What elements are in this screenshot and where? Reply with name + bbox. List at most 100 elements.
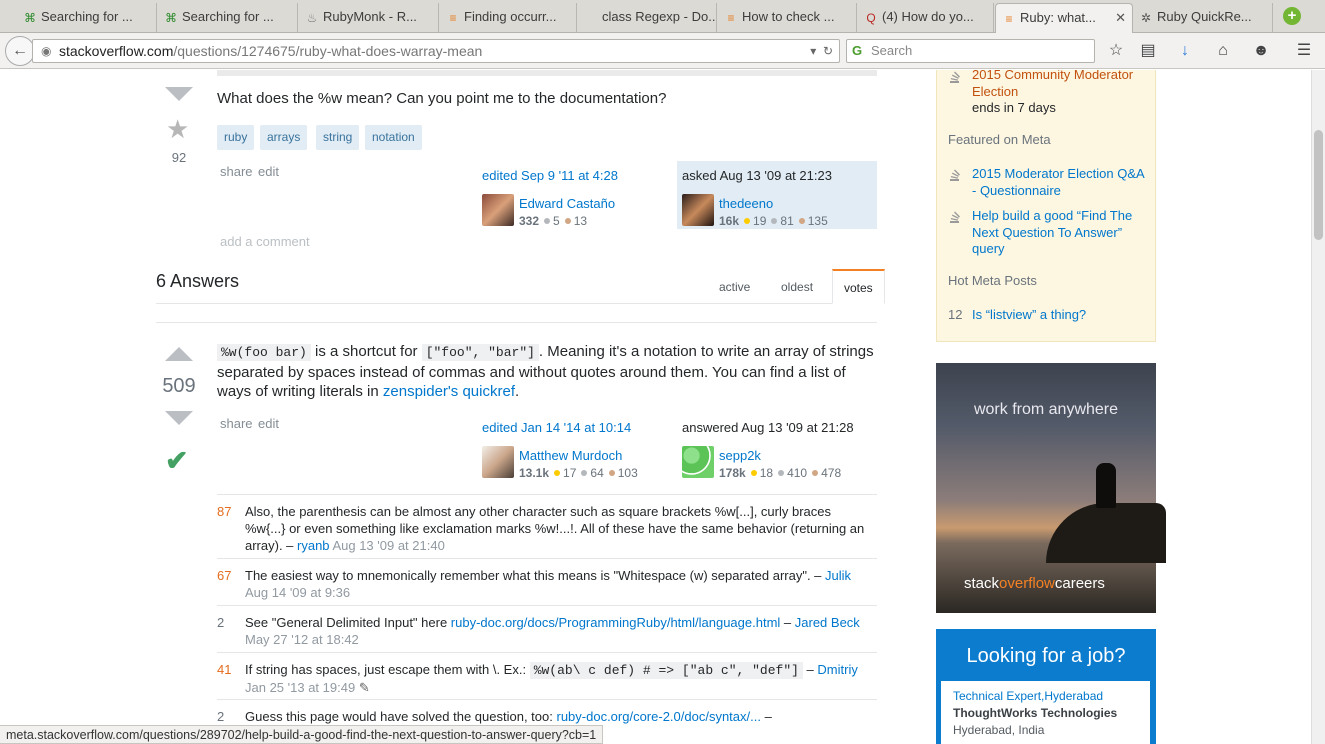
comment: 87 Also, the parenthesis can be almost a…: [217, 494, 877, 558]
tab-5[interactable]: class Regexp - Do...: [578, 3, 717, 33]
asker-name[interactable]: thedeeno: [719, 196, 773, 211]
editor-name[interactable]: Matthew Murdoch: [519, 448, 622, 463]
job-company: ThoughtWorks Technologies: [953, 706, 1118, 720]
comment-link[interactable]: ruby-doc.org/core-2.0/doc/syntax/...: [556, 709, 760, 724]
comment-user[interactable]: Julik: [825, 568, 851, 583]
comment-date: Aug 14 '09 at 9:36: [245, 585, 351, 600]
edit-link[interactable]: edit: [258, 164, 279, 179]
comment-date: May 27 '12 at 18:42: [245, 632, 359, 647]
comment-body: If string has spaces, just escape them w…: [245, 661, 870, 696]
ad-tagline: work from anywhere: [973, 401, 1119, 418]
favorite-star-icon[interactable]: ★: [166, 114, 189, 145]
favicon-icon: ✲: [1140, 11, 1152, 25]
careers-ad[interactable]: work from anywhere stackoverflowcareers: [936, 363, 1166, 613]
url-bar[interactable]: ◉ stackoverflow.com/questions/1274675/ru…: [32, 39, 840, 63]
job-listing[interactable]: Technical Expert,Hyderabad ThoughtWorks …: [941, 681, 1150, 744]
bookmark-star-icon[interactable]: ☆: [1106, 41, 1126, 61]
comment-user[interactable]: Dmitriy: [817, 662, 857, 677]
share-link[interactable]: share: [220, 416, 253, 431]
reload-icon[interactable]: ▾ ↻: [810, 40, 833, 62]
favorite-count: 92: [171, 150, 187, 165]
answerer-reputation: 178k 18 410 478: [719, 466, 842, 480]
home-icon[interactable]: ⌂: [1213, 41, 1233, 61]
avatar[interactable]: [482, 446, 514, 478]
comment-user[interactable]: ryanb: [297, 538, 330, 553]
tab-9[interactable]: ✲ Ruby QuickRe...: [1133, 3, 1273, 33]
comment: 2 See "General Delimited Input" here rub…: [217, 605, 877, 652]
tab-label: class Regexp - Do...: [602, 9, 717, 24]
job-title[interactable]: Technical Expert,Hyderabad: [953, 688, 1138, 705]
ad-person-graphic: [1096, 463, 1116, 508]
favicon-icon: ⌘: [24, 11, 36, 25]
comment-text: If string has spaces, just escape them w…: [245, 662, 530, 677]
avatar[interactable]: [482, 194, 514, 226]
featured-link-1[interactable]: 2015 Moderator Election Q&A - Questionna…: [972, 166, 1150, 199]
comment: 67 The easiest way to mnemonically remem…: [217, 558, 877, 605]
chat-icon[interactable]: ☻: [1251, 41, 1271, 61]
comment-text: See "General Delimited Input" here: [245, 615, 451, 630]
answer-text: is a shortcut for: [310, 343, 422, 360]
tab-label: RubyMonk - R...: [323, 9, 417, 24]
download-icon[interactable]: ↓: [1175, 41, 1195, 61]
quickref-link[interactable]: zenspider's quickref: [383, 383, 515, 400]
editor-reputation: 13.1k 17 64 103: [519, 466, 638, 480]
tag[interactable]: notation: [365, 125, 422, 150]
globe-icon: ◉: [41, 44, 52, 58]
comment-score: 67: [217, 568, 232, 583]
menu-icon[interactable]: ☰: [1294, 41, 1314, 61]
divider: [156, 322, 877, 323]
edited-timestamp[interactable]: edited Sep 9 '11 at 4:28: [482, 168, 672, 183]
pencil-icon[interactable]: ✎: [359, 680, 370, 695]
answer-vote-count: 509: [162, 375, 196, 397]
downvote-icon[interactable]: [165, 411, 193, 425]
tab-3[interactable]: ♨ RubyMonk - R...: [299, 3, 439, 33]
tag[interactable]: ruby: [217, 125, 255, 150]
question-header-bar: [217, 70, 877, 76]
featured-link-2[interactable]: Help build a good “Find The Next Questio…: [972, 208, 1150, 258]
comment-body: Also, the parenthesis can be almost any …: [245, 503, 870, 554]
add-comment-link[interactable]: add a comment: [220, 234, 310, 249]
hot-post-link[interactable]: Is “listview” a thing?: [972, 307, 1150, 324]
edited-timestamp[interactable]: edited Jan 14 '14 at 10:14: [482, 420, 672, 435]
search-input[interactable]: G Search: [846, 39, 1095, 63]
comment-user[interactable]: Jared Beck: [795, 615, 860, 630]
tab-active[interactable]: active: [719, 280, 750, 294]
tab-7[interactable]: Q (4) How do yo...: [858, 3, 994, 33]
downvote-icon[interactable]: [165, 87, 193, 101]
favicon-icon: ⌘: [165, 11, 177, 25]
search-placeholder: Search: [871, 43, 913, 58]
asked-timestamp: asked Aug 13 '09 at 21:23: [682, 168, 832, 183]
url-host: stackoverflow.com: [59, 43, 174, 59]
comment-text: Guess this page would have solved the qu…: [245, 709, 557, 724]
back-arrow-icon[interactable]: ←: [5, 36, 35, 66]
divider: [156, 303, 877, 304]
tab-votes[interactable]: votes: [832, 269, 885, 304]
answerer-name[interactable]: sepp2k: [719, 448, 761, 463]
vertical-scrollbar[interactable]: [1311, 70, 1325, 744]
editor-name[interactable]: Edward Castaño: [519, 196, 615, 211]
tab-8[interactable]: ≡ Ruby: what... ✕: [995, 3, 1133, 33]
tab-2[interactable]: ⌘ Searching for ...: [158, 3, 298, 33]
scrollbar-thumb[interactable]: [1314, 130, 1323, 240]
election-link[interactable]: 2015 Community Moderator Election: [972, 70, 1150, 100]
answers-count-header: 6 Answers: [156, 271, 240, 291]
avatar[interactable]: [682, 194, 714, 226]
new-tab-icon[interactable]: +: [1283, 7, 1301, 25]
avatar[interactable]: [682, 446, 714, 478]
comment-body: The easiest way to mnemonically remember…: [245, 567, 870, 601]
tab-6[interactable]: ≡ How to check ...: [718, 3, 857, 33]
tag[interactable]: string: [316, 125, 360, 150]
upvote-icon[interactable]: [165, 347, 193, 361]
tab-label: Ruby QuickRe...: [1157, 9, 1252, 24]
reading-list-icon[interactable]: ▤: [1138, 41, 1158, 61]
comment-link[interactable]: ruby-doc.org/docs/ProgrammingRuby/html/l…: [451, 615, 781, 630]
owner-signature: asked Aug 13 '09 at 21:23 thedeeno 16k 19…: [682, 168, 872, 230]
close-tab-icon[interactable]: ✕: [1115, 10, 1126, 26]
tab-oldest[interactable]: oldest: [781, 280, 813, 294]
share-link[interactable]: share: [220, 164, 253, 179]
tag[interactable]: arrays: [260, 125, 308, 150]
edit-link[interactable]: edit: [258, 416, 279, 431]
question-editor-card: edited Sep 9 '11 at 4:28 Edward Castaño …: [482, 168, 672, 230]
tab-4[interactable]: ≡ Finding occurr...: [440, 3, 577, 33]
tab-1[interactable]: ⌘ Searching for ...: [17, 3, 157, 33]
